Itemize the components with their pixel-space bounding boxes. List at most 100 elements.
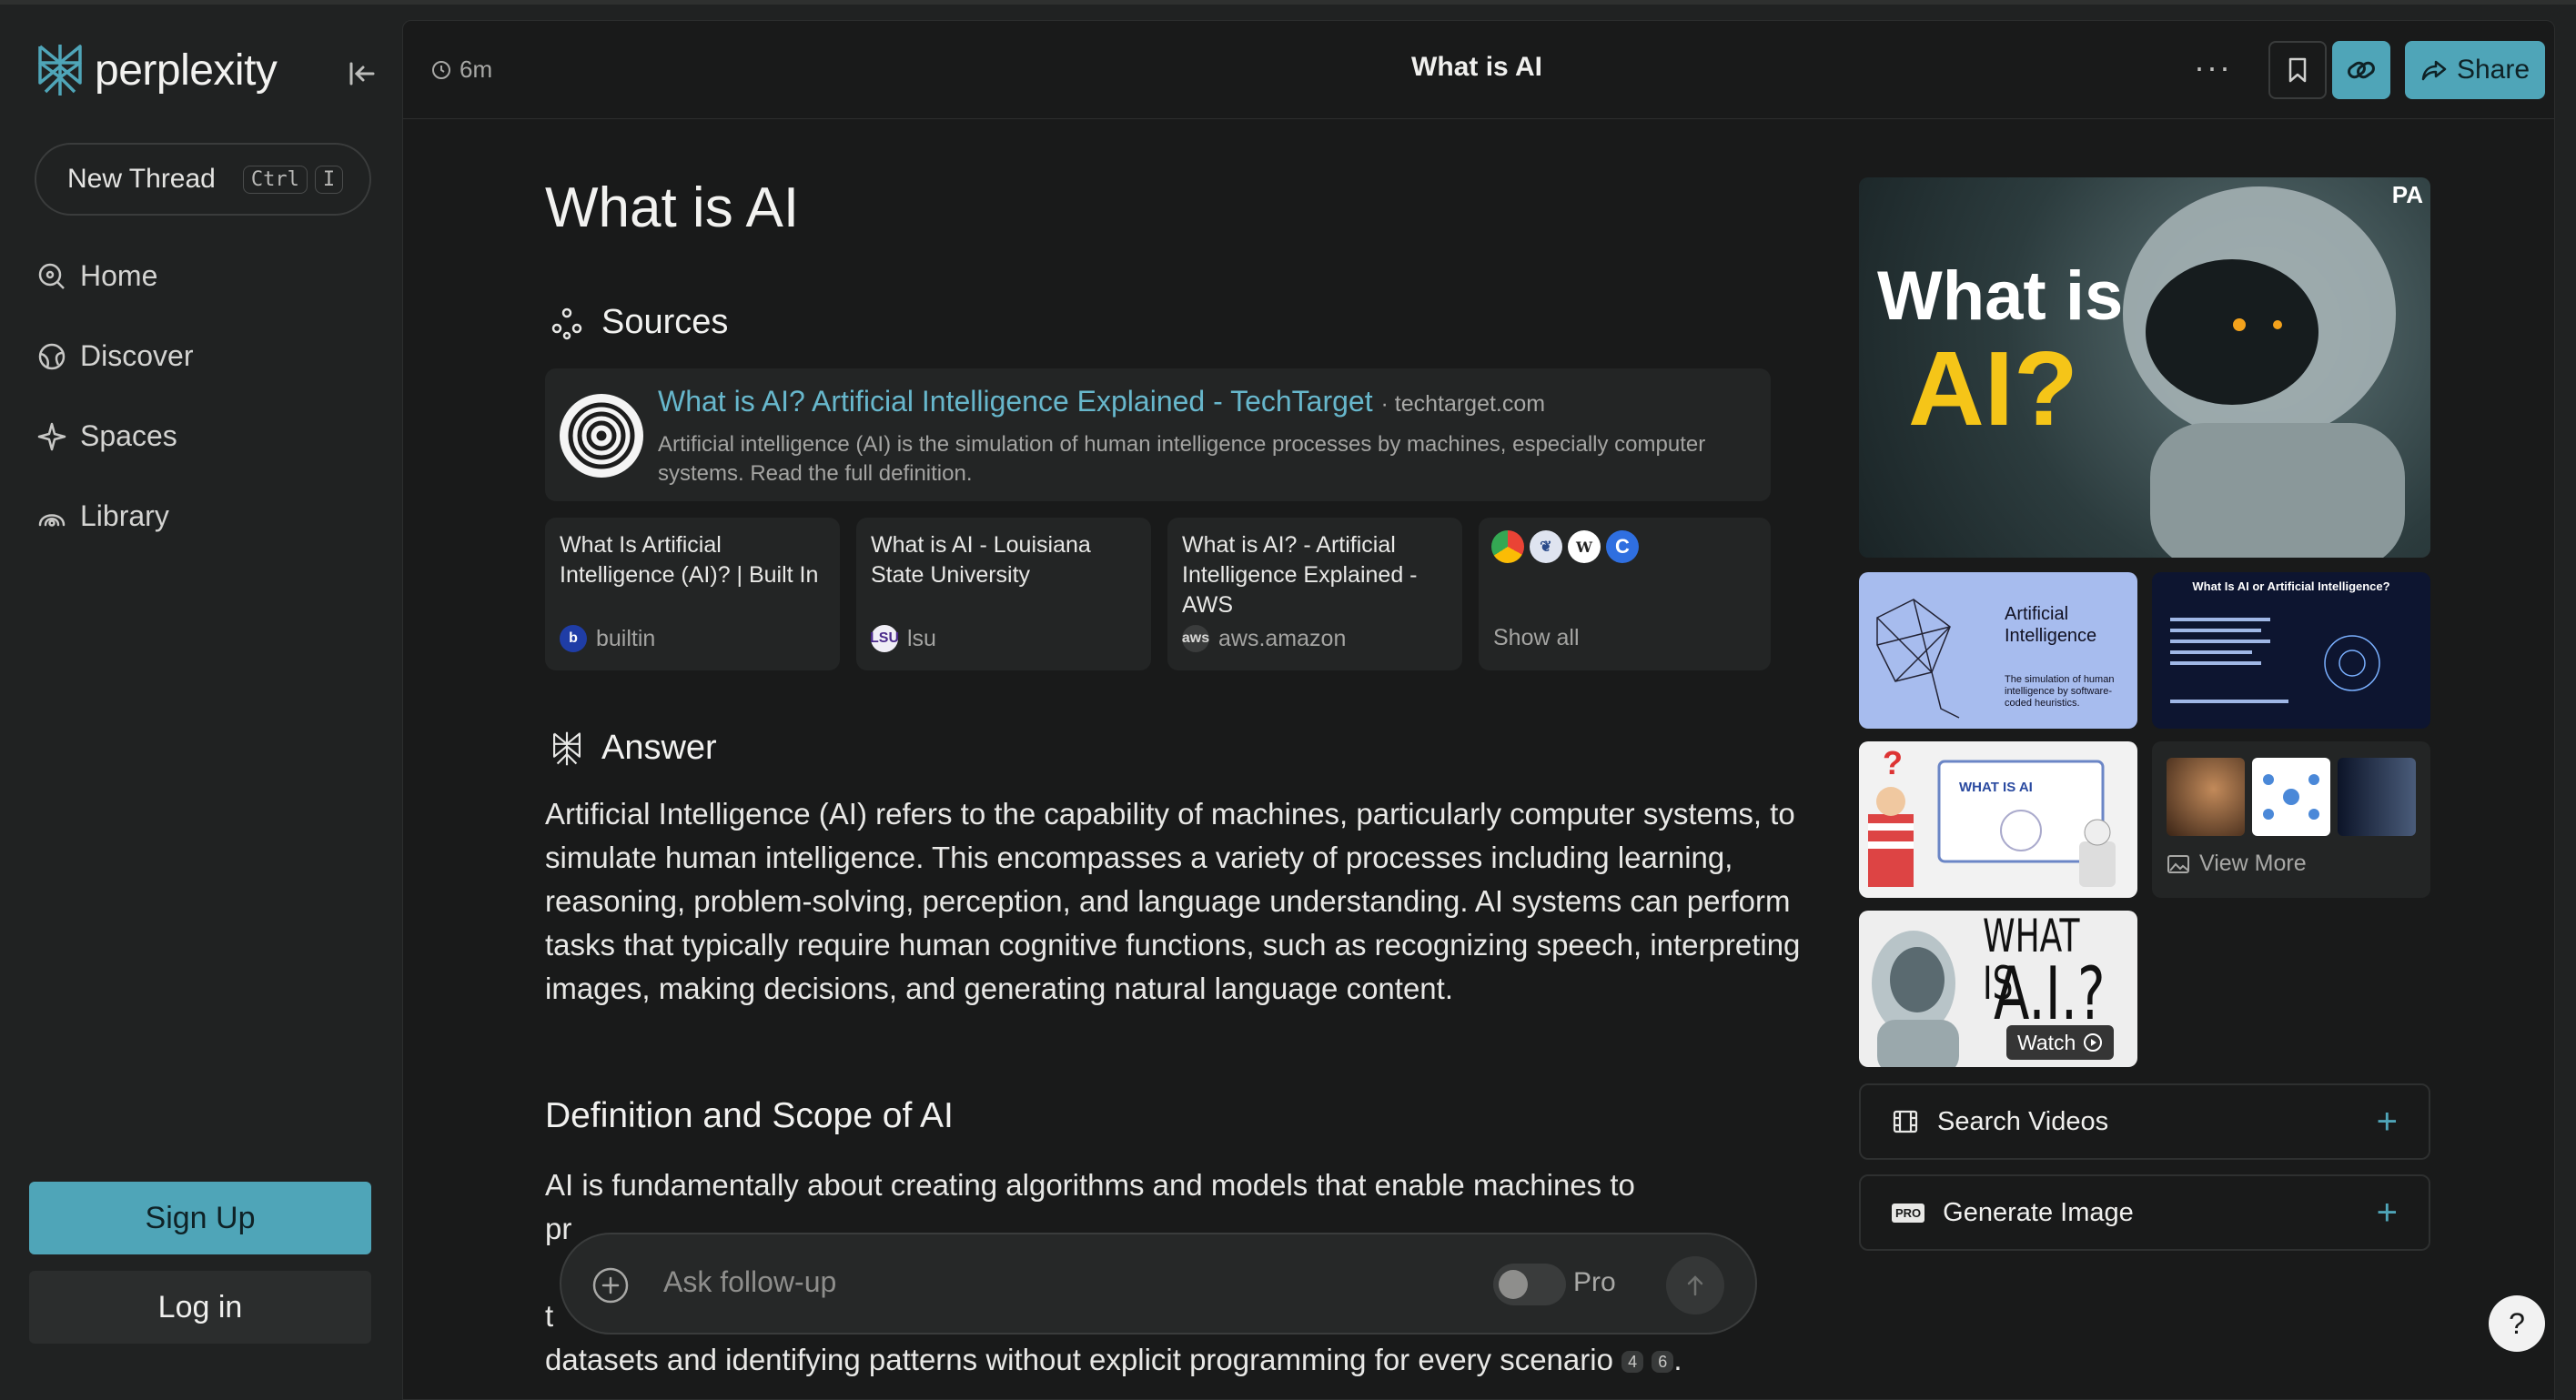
source-card-builtin[interactable]: What Is Artificial Intelligence (AI)? | … xyxy=(545,518,840,670)
video-thumbnail[interactable]: WHAT IS A.I.? Watch xyxy=(1859,911,2137,1067)
follow-up-bar: Ask follow-up Pro xyxy=(560,1233,1757,1335)
source-card-domain: b builtin xyxy=(560,625,655,652)
sidebar: perplexity New Thread Ctrl I Home Discov… xyxy=(0,5,400,1400)
main-source-card[interactable]: What is AI? Artificial Intelligence Expl… xyxy=(545,368,1771,501)
plus-icon: + xyxy=(2376,1193,2398,1233)
library-icon xyxy=(38,513,66,527)
main-source-link[interactable]: What is AI? Artificial Intelligence Expl… xyxy=(658,385,1545,418)
search-videos-button[interactable]: Search Videos + xyxy=(1859,1083,2430,1160)
chrome-favicon-icon xyxy=(1491,530,1524,563)
sign-up-button[interactable]: Sign Up xyxy=(29,1182,371,1254)
scope-paragraph-last-line: datasets and identifying patterns withou… xyxy=(545,1343,1682,1376)
pro-badge-icon: PRO xyxy=(1892,1203,1925,1223)
view-more-images[interactable]: View More xyxy=(2152,741,2430,898)
view-more-text: View More xyxy=(2199,851,2307,876)
mini-thumb-robot xyxy=(2338,758,2416,836)
generate-image-label: Generate Image xyxy=(1943,1197,2134,1227)
hero-image-text-1: What is xyxy=(1877,257,2124,335)
techtarget-logo-icon xyxy=(560,394,643,478)
thumbnail-ai-definition[interactable]: Artificial Intelligence The simulation o… xyxy=(1859,572,2137,729)
answer-heading: Answer xyxy=(549,729,717,768)
thumbnail-ai-or-artificial-intelligence[interactable]: What Is AI or Artificial Intelligence? xyxy=(2152,572,2430,729)
spaces-icon xyxy=(37,422,66,450)
thumbnail-what-is-ai-whiteboard[interactable]: ? WHAT IS AI xyxy=(1859,741,2137,898)
bookmark-button[interactable] xyxy=(2268,41,2327,99)
source-card-domain: aws aws.amazon xyxy=(1182,625,1346,652)
sidebar-item-discover[interactable]: Discover xyxy=(36,339,193,373)
app-name: perplexity xyxy=(95,45,278,95)
source-card-title: What is AI? - Artificial Intelligence Ex… xyxy=(1182,532,1418,618)
sidebar-item-library[interactable]: Library xyxy=(36,499,169,533)
image-icon xyxy=(2167,854,2189,873)
svg-text:?: ? xyxy=(1883,744,1903,781)
answer-heading-text: Answer xyxy=(601,729,717,767)
c-favicon-icon: C xyxy=(1606,530,1639,563)
more-source-favicons: ❦ W C xyxy=(1491,530,1639,563)
mini-thumb-diagram xyxy=(2252,758,2330,836)
definition-subheading: Definition and Scope of AI xyxy=(545,1096,954,1135)
watch-button[interactable]: Watch xyxy=(2006,1025,2115,1060)
builtin-favicon-icon: b xyxy=(560,625,587,652)
search-videos-label: Search Videos xyxy=(1937,1106,2109,1136)
source-card-domain: LSU lsu xyxy=(870,625,936,652)
thread-header: 6m What is AI ··· Share xyxy=(403,21,2554,119)
pro-label: Pro xyxy=(1573,1267,1616,1297)
shortcut-key-i: I xyxy=(314,165,344,194)
university-favicon-icon: ❦ xyxy=(1530,530,1562,563)
sidebar-item-spaces[interactable]: Spaces xyxy=(36,419,177,453)
thumb-caption: The simulation of human intelligence by … xyxy=(2005,674,2115,709)
sources-heading: Sources xyxy=(549,303,728,342)
main-panel: 6m What is AI ··· Share What is AI Sourc… xyxy=(402,20,2555,1400)
globe-icon xyxy=(38,343,66,369)
log-in-button[interactable]: Log in xyxy=(29,1271,371,1344)
sources-icon xyxy=(551,307,582,339)
sidebar-item-label: Spaces xyxy=(80,419,177,452)
source-card-title: What Is Artificial Intelligence (AI)? | … xyxy=(560,532,819,588)
pro-toggle[interactable] xyxy=(1493,1264,1566,1305)
citation-badge[interactable]: 4 xyxy=(1621,1351,1644,1374)
time-ago-text: 6m xyxy=(460,55,493,83)
bookmark-icon xyxy=(2288,57,2307,83)
source-domain-text: builtin xyxy=(596,625,656,651)
share-button[interactable]: Share xyxy=(2405,41,2545,99)
answer-paragraph: Artificial Intelligence (AI) refers to t… xyxy=(545,797,1801,1005)
play-icon xyxy=(2084,1033,2103,1052)
new-thread-button[interactable]: New Thread Ctrl I xyxy=(35,143,371,216)
share-icon xyxy=(2421,60,2447,81)
collapse-sidebar-icon[interactable] xyxy=(346,57,379,90)
source-domain-text: aws.amazon xyxy=(1218,625,1347,651)
shortcut-key-ctrl: Ctrl xyxy=(242,165,308,194)
film-icon xyxy=(1893,1110,1918,1133)
wikipedia-favicon-icon: W xyxy=(1568,530,1601,563)
copy-link-button[interactable] xyxy=(2332,41,2390,99)
thumb-title-line: Intelligence xyxy=(2005,626,2097,646)
submit-button[interactable] xyxy=(1666,1256,1724,1314)
perplexity-logo-icon xyxy=(38,45,82,96)
source-card-aws[interactable]: What is AI? - Artificial Intelligence Ex… xyxy=(1167,518,1462,670)
perplexity-logo[interactable]: perplexity xyxy=(35,41,278,99)
sources-heading-text: Sources xyxy=(601,303,729,341)
lsu-favicon-icon: LSU xyxy=(870,625,899,652)
sidebar-item-label: Discover xyxy=(80,339,194,372)
thumb-title-line: Artificial xyxy=(2005,604,2069,624)
show-all-sources-card[interactable]: ❦ W C Show all xyxy=(1479,518,1771,670)
source-card-lsu[interactable]: What is AI - Louisiana State University … xyxy=(856,518,1151,670)
hero-image[interactable]: What is AI? PA xyxy=(1859,177,2430,558)
help-button[interactable]: ? xyxy=(2489,1295,2545,1352)
clock-icon xyxy=(432,60,450,79)
generate-image-button[interactable]: PRO Generate Image + xyxy=(1859,1174,2430,1251)
scope-paragraph-fragment: pr xyxy=(545,1212,572,1245)
citation-badge[interactable]: 6 xyxy=(1652,1351,1674,1374)
thread-title: What is AI xyxy=(1411,52,1542,82)
thumb-label: WHAT IS AI xyxy=(1959,780,2033,795)
app-root: perplexity New Thread Ctrl I Home Discov… xyxy=(0,0,2576,1400)
follow-up-input[interactable]: Ask follow-up xyxy=(663,1265,836,1299)
query-title: What is AI xyxy=(545,176,800,239)
share-label: Share xyxy=(2456,55,2531,85)
more-options-icon[interactable]: ··· xyxy=(2194,48,2232,86)
attach-plus-icon[interactable] xyxy=(591,1265,631,1305)
perplexity-answer-icon xyxy=(553,731,581,765)
mini-thumb-face xyxy=(2167,758,2245,836)
sidebar-item-home[interactable]: Home xyxy=(36,259,157,293)
main-source-description: Artificial intelligence (AI) is the simu… xyxy=(658,432,1706,486)
